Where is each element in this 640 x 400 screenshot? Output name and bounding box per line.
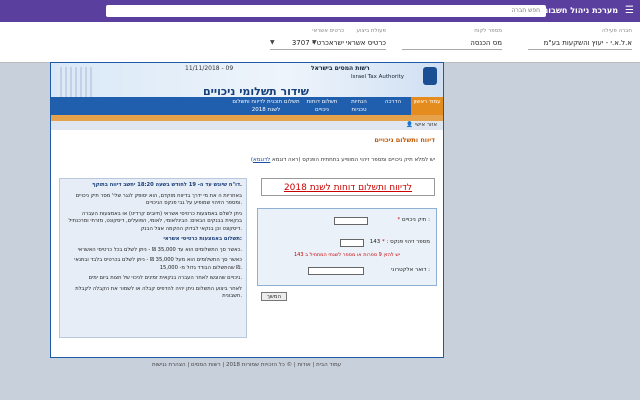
intro-text: יש למלא תיק ניכויים ומספר זיהוי המופיע ב… — [250, 157, 435, 163]
main-nav: עמוד ראשון הדרכה הנחיות טכניות תשלום דוח… — [51, 97, 443, 115]
tab-pay-reports[interactable]: תשלום דוחות ניכויים — [305, 97, 339, 115]
authority-name-he: רשות המסים בישראל — [311, 65, 370, 72]
hamburger-menu-icon[interactable]: ☰ — [625, 5, 634, 16]
section-title: דיווח ותשלום ניכויים — [374, 136, 435, 144]
info-para: כאשר סך התשלומים הוא עד 35,000 ₪ - ניתן … — [77, 246, 242, 253]
info-para: ניכויים שהוגשו לאחר העברה בנקאית זמינים … — [88, 275, 242, 281]
email-label: דואר אלקטרוני : — [391, 267, 430, 273]
id-label: מספר זיהוי פנקס : * 143 — [369, 239, 430, 245]
filter-bar: חברה פעילה א.ל.א.י - יעוץ והשקעות בע"מ מ… — [0, 22, 640, 63]
banner-date: 11/11/2018 - 09 — [185, 65, 234, 72]
filter-active-company[interactable]: חברה פעילה א.ל.א.י - יעוץ והשקעות בע"מ — [528, 28, 632, 54]
personal-area-link[interactable]: 👤 אזור אישי — [406, 122, 437, 128]
deductions-file-input[interactable] — [334, 217, 368, 225]
tab-technical[interactable]: הנחיות טכניות — [343, 97, 375, 115]
file-label: * תיק ניכויים : — [397, 217, 430, 223]
tab-home[interactable]: עמוד ראשון — [411, 97, 443, 115]
info-panel: דו"ח שיוגש עד ה- 19 לחודש בשעה 18:20 יחש… — [59, 178, 247, 338]
user-bar: 👤 אזור אישי — [51, 121, 443, 130]
state-emblem-icon — [423, 67, 437, 85]
info-para: באחריות ה את מי ידרך בדיווח מוקדם, הוא י… — [75, 192, 242, 207]
continue-button[interactable]: המשך — [261, 292, 287, 301]
info-para: לאחר ביצוע התשלום ניתן יהיה להדפיס קבלה … — [75, 285, 242, 300]
company-search-input[interactable]: חפש חברה — [106, 5, 546, 17]
validation-error: יש להזין 9 ספרות או מספר לשנתי המתחיל ב … — [294, 252, 401, 258]
example-link[interactable]: לדוגמא — [253, 157, 270, 163]
main-content: דיווח ותשלום ניכויים יש למלא תיק ניכויים… — [51, 130, 443, 352]
tab-2018-program[interactable]: תשלום תוכנית לדיווח ותשלום לשנת 2018 — [231, 97, 301, 115]
voucher-id-input[interactable] — [340, 239, 364, 247]
info-para: תשלום באמצעות כרטיסי אשראי: — [163, 236, 242, 242]
payment-form: * תיק ניכויים : מספר זיהוי פנקס : * 143 … — [257, 208, 437, 286]
filter-credit-card[interactable]: כרטיס אשראי ▼ ישראכרט - 3707 — [270, 28, 344, 54]
info-para: כאשר סך התשלומים הוא מעל 35,000 ₪ - ניתן… — [74, 257, 242, 271]
info-para: ניתן לשלם באמצעות כרטיסי אשראי (חיובים ק… — [68, 210, 242, 232]
email-input[interactable] — [308, 267, 364, 275]
page-footer: עמוד הבית | אודות | © כל הזכויות שמורות … — [152, 362, 342, 368]
report-2018-link[interactable]: לדיווח ותשלום דוחות לשנת 2018 — [261, 178, 435, 196]
tab-guidance[interactable]: הדרכה — [379, 97, 407, 115]
app-brand: מערכת ניהול חשבונות — [536, 6, 618, 15]
tax-authority-frame: 11/11/2018 - 09 רשות המסים בישראל Israel… — [50, 62, 444, 358]
top-app-bar: ☰ מערכת ניהול חשבונות חפש חברה — [0, 0, 640, 22]
info-para: דו"ח שיוגש עד ה- 19 לחודש בשעה 18:20 יחש… — [92, 182, 242, 188]
filter-customer-number[interactable]: מספר לקוח מס הכנסה — [402, 28, 502, 54]
chevron-down-icon: ▼ — [270, 39, 275, 46]
authority-name-en: Israel Tax Authority — [351, 74, 405, 80]
